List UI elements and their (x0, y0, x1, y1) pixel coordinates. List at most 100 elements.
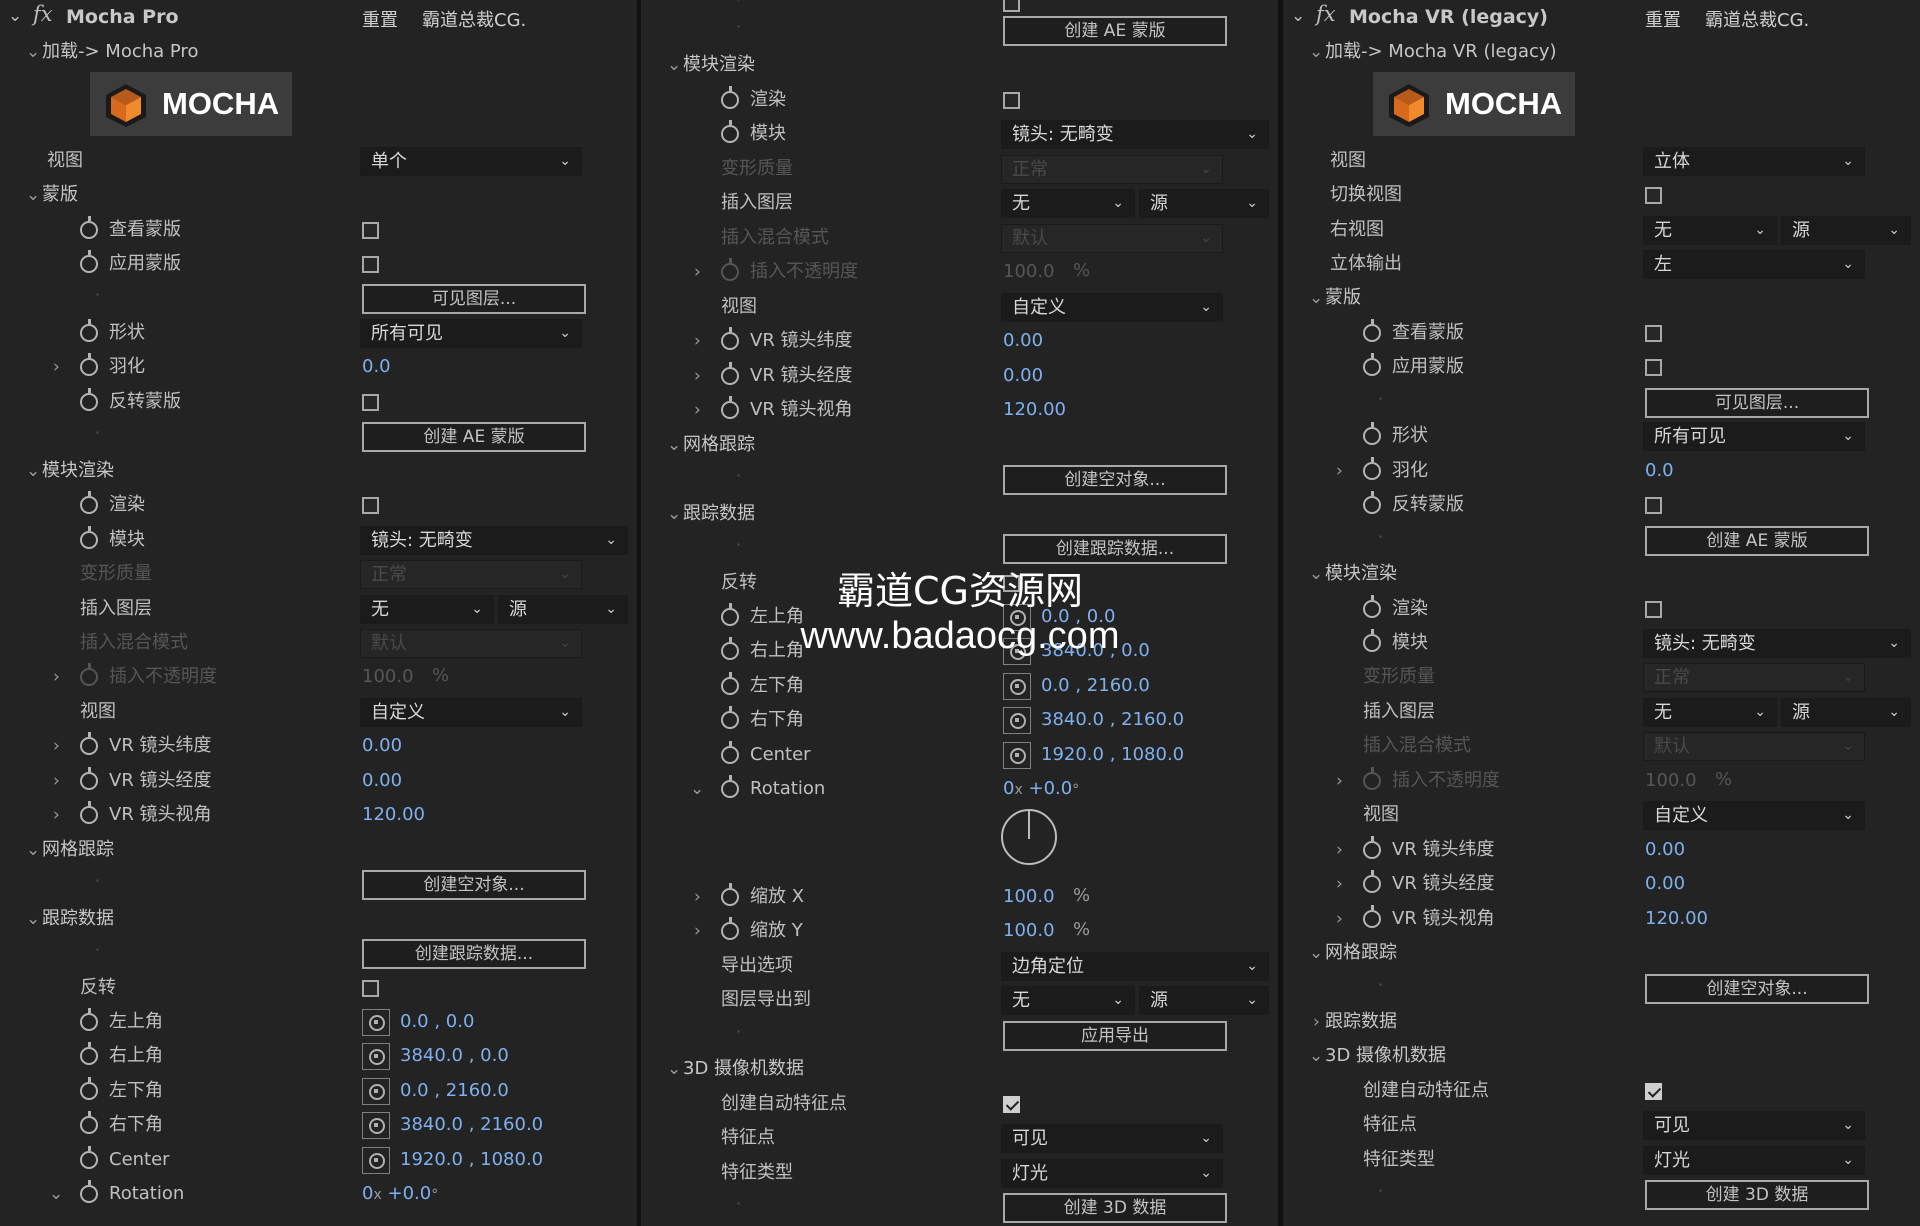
stopwatch-icon[interactable] (80, 216, 98, 239)
numeric-value[interactable]: 0.0 (362, 355, 391, 379)
dropdown[interactable]: 默认 ⌄ (1001, 224, 1223, 253)
twirl-closed-icon[interactable]: › (694, 921, 701, 941)
group-header-label[interactable]: 模块渲染 (42, 459, 114, 483)
twirl-open-icon[interactable]: ⌄ (667, 1059, 681, 1079)
twirl-closed-icon[interactable]: › (53, 357, 60, 377)
group-header-label[interactable]: 跟踪数据 (1325, 1010, 1397, 1034)
dropdown[interactable]: 无 ⌄ (1643, 216, 1777, 245)
stopwatch-icon[interactable] (1363, 870, 1381, 893)
checkbox[interactable] (1645, 601, 1662, 618)
crosshair-point-icon[interactable] (362, 1078, 390, 1105)
stopwatch-icon[interactable] (1363, 491, 1381, 514)
action-button[interactable]: 可见图层... (362, 284, 586, 314)
checkbox[interactable] (1645, 325, 1662, 342)
dropdown[interactable]: 默认 ⌄ (1643, 732, 1865, 761)
twirl-closed-icon[interactable]: › (694, 400, 701, 420)
group-header-label[interactable]: 网格跟踪 (683, 433, 755, 457)
checkbox[interactable] (362, 256, 379, 273)
numeric-value[interactable]: 0.00 (1003, 364, 1043, 388)
twirl-open-icon[interactable]: ⌄ (26, 840, 40, 860)
twirl-closed-icon[interactable]: › (1336, 840, 1343, 860)
stopwatch-icon[interactable] (721, 603, 739, 626)
group-header-label[interactable]: 蒙版 (1325, 286, 1361, 310)
checkbox[interactable] (362, 980, 379, 997)
action-button[interactable]: 创建 3D 数据 (1003, 1193, 1227, 1223)
group-header-label[interactable]: 3D 摄像机数据 (683, 1057, 804, 1081)
crosshair-point-icon[interactable] (362, 1009, 390, 1036)
stopwatch-icon[interactable] (721, 86, 739, 109)
numeric-value[interactable]: 120.00 (362, 803, 425, 827)
action-button[interactable]: 可见图层... (1645, 388, 1869, 418)
numeric-value[interactable]: 120.00 (1645, 907, 1708, 931)
action-button[interactable]: 创建 AE 蒙版 (1003, 16, 1227, 46)
checkbox[interactable] (1645, 497, 1662, 514)
numeric-value[interactable]: 0.00 (362, 769, 402, 793)
twirl-open-icon[interactable]: ⌄ (667, 504, 681, 524)
dropdown[interactable]: 镜头: 无畸变 ⌄ (1001, 120, 1269, 149)
stopwatch-icon[interactable] (80, 801, 98, 824)
numeric-value[interactable]: 0.0 (1645, 459, 1674, 483)
numeric-value[interactable]: 0.00 (1645, 838, 1685, 862)
fx-toggle-icon[interactable]: fx (1316, 2, 1336, 26)
crosshair-point-icon[interactable] (1003, 673, 1031, 700)
dropdown[interactable]: 默认 ⌄ (360, 629, 582, 658)
twirl-closed-icon[interactable]: › (1336, 771, 1343, 791)
dropdown[interactable]: 边角定位 ⌄ (1001, 952, 1269, 981)
checkbox[interactable] (1645, 1083, 1662, 1100)
action-button[interactable]: 创建跟踪数据... (362, 939, 586, 969)
twirl-closed-icon[interactable]: › (1336, 909, 1343, 929)
point-value[interactable]: 0.0 , 2160.0 (400, 1079, 509, 1103)
point-value[interactable]: 0.0 , 2160.0 (1041, 674, 1150, 698)
dropdown[interactable]: 灯光 ⌄ (1001, 1159, 1223, 1188)
point-value[interactable]: 3840.0 , 2160.0 (1041, 708, 1184, 732)
crosshair-point-icon[interactable] (362, 1147, 390, 1174)
numeric-value[interactable]: 120.00 (1003, 398, 1066, 422)
group-header-label[interactable]: 加载-> Mocha Pro (42, 40, 198, 64)
twirl-closed-icon[interactable]: › (53, 805, 60, 825)
group-header-label[interactable]: 跟踪数据 (683, 502, 755, 526)
action-button[interactable]: 应用导出 (1003, 1021, 1227, 1051)
stopwatch-icon[interactable] (80, 1180, 98, 1203)
checkbox[interactable] (1003, 1096, 1020, 1113)
action-button[interactable]: 创建 AE 蒙版 (362, 422, 586, 452)
stopwatch-icon[interactable] (80, 353, 98, 376)
rotation-value[interactable]: 0x +0.0° (1003, 777, 1079, 802)
twirl-open-icon[interactable]: ⌄ (667, 55, 681, 75)
stopwatch-icon[interactable] (1363, 629, 1381, 652)
checkbox[interactable] (1003, 575, 1020, 592)
point-value[interactable]: 3840.0 , 0.0 (1041, 639, 1150, 663)
stopwatch-icon[interactable] (1363, 353, 1381, 376)
stopwatch-icon[interactable] (721, 883, 739, 906)
dropdown[interactable]: 无 ⌄ (360, 595, 494, 624)
twirl-open-icon[interactable]: ⌄ (26, 185, 40, 205)
numeric-value[interactable]: 0.00 (1003, 329, 1043, 353)
stopwatch-icon[interactable] (1363, 457, 1381, 480)
rotation-revolutions[interactable]: 0 (1003, 778, 1014, 799)
dropdown[interactable]: 镜头: 无畸变 ⌄ (360, 526, 628, 555)
stopwatch-icon[interactable] (80, 250, 98, 273)
group-header-label[interactable]: 蒙版 (42, 183, 78, 207)
stopwatch-icon[interactable] (721, 672, 739, 695)
crosshair-point-icon[interactable] (1003, 604, 1031, 631)
twirl-closed-icon[interactable]: › (694, 887, 701, 907)
stopwatch-icon[interactable] (1363, 595, 1381, 618)
twirl-open-icon[interactable]: ⌄ (1309, 1046, 1323, 1066)
stopwatch-icon[interactable] (80, 1111, 98, 1134)
rotation-revolutions[interactable]: 0 (362, 1183, 373, 1204)
numeric-value[interactable]: 100.0 (1003, 260, 1055, 284)
group-header-label[interactable]: 3D 摄像机数据 (1325, 1044, 1446, 1068)
stopwatch-icon[interactable] (721, 741, 739, 764)
rotation-degrees[interactable]: +0.0 (387, 1183, 431, 1204)
checkbox[interactable] (1645, 187, 1662, 204)
twirl-open-icon[interactable]: ⌄ (667, 435, 681, 455)
group-header-label[interactable]: 跟踪数据 (42, 907, 114, 931)
twirl-open-icon[interactable]: ⌄ (26, 461, 40, 481)
stopwatch-icon[interactable] (721, 120, 739, 143)
rotation-degrees[interactable]: +0.0 (1028, 778, 1072, 799)
source-dropdown[interactable]: 源 ⌄ (498, 595, 628, 624)
collapse-effect-icon[interactable]: ⌄ (1291, 6, 1305, 26)
stopwatch-icon[interactable] (1363, 422, 1381, 445)
stopwatch-icon[interactable] (721, 327, 739, 350)
dropdown[interactable]: 自定义 ⌄ (360, 698, 582, 727)
stopwatch-icon[interactable] (1363, 905, 1381, 928)
